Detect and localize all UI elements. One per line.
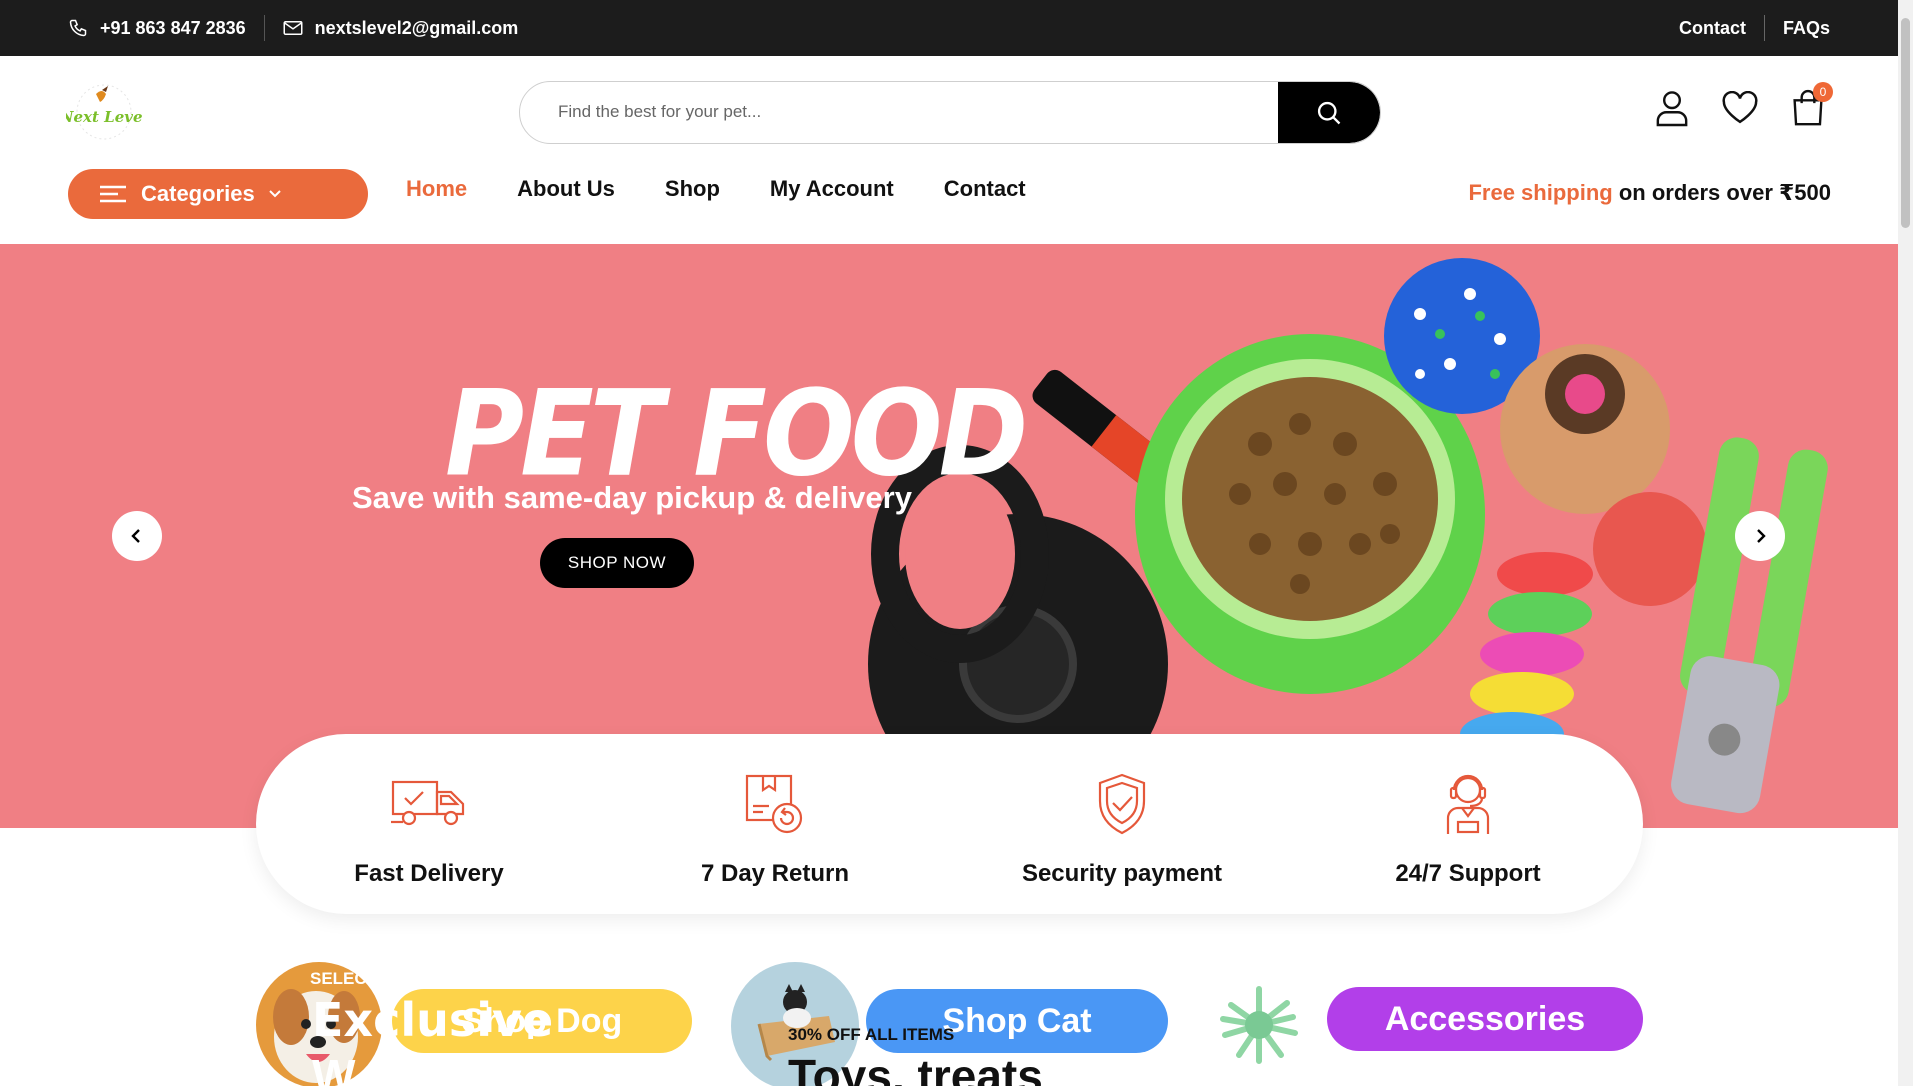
page-scrollbar[interactable] [1898, 0, 1913, 1086]
truck-icon [391, 780, 465, 826]
user-icon [1656, 91, 1688, 127]
accessories-button[interactable]: Accessories [1327, 987, 1643, 1051]
promo-w-text: W [312, 1050, 356, 1086]
search-button[interactable] [1278, 82, 1380, 143]
email-address: nextslevel2@gmail.com [314, 17, 519, 38]
shipping-notice: Free shipping on orders over ₹500 [1468, 180, 1831, 206]
feature-label: 7 Day Return [700, 860, 850, 887]
categories-label: Categories [141, 181, 255, 206]
shipping-text: on orders over ₹500 [1612, 180, 1831, 205]
feature-7-day-return: 7 Day Return [625, 764, 925, 888]
phone-contact[interactable]: +91 863 847 2836 [68, 18, 246, 39]
feature-label: 24/7 Support [1395, 860, 1541, 887]
feature-24-7-support: 24/7 Support [1318, 764, 1618, 888]
main-nav: Home About Us Shop My Account Contact [406, 176, 1026, 202]
support-agent-icon [1446, 774, 1490, 834]
email-contact[interactable]: nextslevel2@gmail.com [283, 17, 519, 39]
feature-fast-delivery: Fast Delivery [279, 764, 579, 888]
top-bar: +91 863 847 2836 nextslevel2@gmail.com C… [0, 0, 1898, 56]
mail-icon [283, 21, 303, 35]
nav-contact[interactable]: Contact [944, 176, 1026, 202]
cart-button[interactable]: 0 [1789, 82, 1833, 128]
search-bar [519, 81, 1381, 144]
search-input[interactable] [558, 82, 1258, 142]
scrollbar-thumb[interactable] [1901, 18, 1910, 228]
topbar-faqs-link[interactable]: FAQs [1783, 18, 1830, 39]
cart-count-badge: 0 [1813, 82, 1833, 102]
chevron-left-icon [131, 529, 140, 543]
feature-security-payment: Security payment [972, 764, 1272, 888]
feature-label: Security payment [1021, 860, 1223, 887]
menu-lines-icon [100, 185, 126, 203]
promo-select-text: SELECT [310, 969, 378, 988]
shop-now-button[interactable]: SHOP NOW [540, 538, 694, 588]
categories-button[interactable]: Categories [68, 169, 368, 219]
promo-exclusive-text: Exclusive [312, 993, 554, 1047]
wishlist-button[interactable] [1721, 88, 1759, 128]
chevron-down-icon [269, 190, 281, 198]
promo-off-text: 30% OFF ALL ITEMS [788, 1025, 955, 1044]
slider-prev-button[interactable] [112, 511, 162, 561]
slider-next-button[interactable] [1735, 511, 1785, 561]
chevron-right-icon [1757, 529, 1766, 543]
phone-icon [69, 19, 87, 37]
promo-toys-text: Toys, treats [788, 1050, 1043, 1086]
header-actions: 0 [1653, 82, 1833, 128]
shield-check-icon [1098, 773, 1146, 835]
account-button[interactable] [1653, 88, 1691, 128]
nav-shop[interactable]: Shop [665, 176, 720, 202]
accessory-thumbnail[interactable] [1211, 977, 1307, 1073]
logo-text: Next Level [66, 108, 142, 126]
shipping-highlight: Free shipping [1468, 180, 1613, 205]
topbar-contact-link[interactable]: Contact [1679, 18, 1746, 39]
features-strip: Fast Delivery 7 Day Return Security paym… [256, 734, 1643, 914]
site-logo[interactable]: Next Level [59, 84, 148, 140]
heart-icon [1722, 91, 1758, 124]
search-icon [1317, 101, 1341, 124]
category-shortcuts: SELECT Shop Dog Exclusive W Shop Cat 30%… [0, 955, 1898, 1086]
nav-home[interactable]: Home [406, 176, 467, 202]
feature-label: Fast Delivery [354, 860, 504, 887]
return-box-icon [745, 774, 803, 834]
phone-number: +91 863 847 2836 [100, 17, 246, 38]
hero-subtitle: Save with same-day pickup & delivery [352, 480, 912, 515]
nav-my-account[interactable]: My Account [770, 176, 894, 202]
nav-about-us[interactable]: About Us [517, 176, 615, 202]
